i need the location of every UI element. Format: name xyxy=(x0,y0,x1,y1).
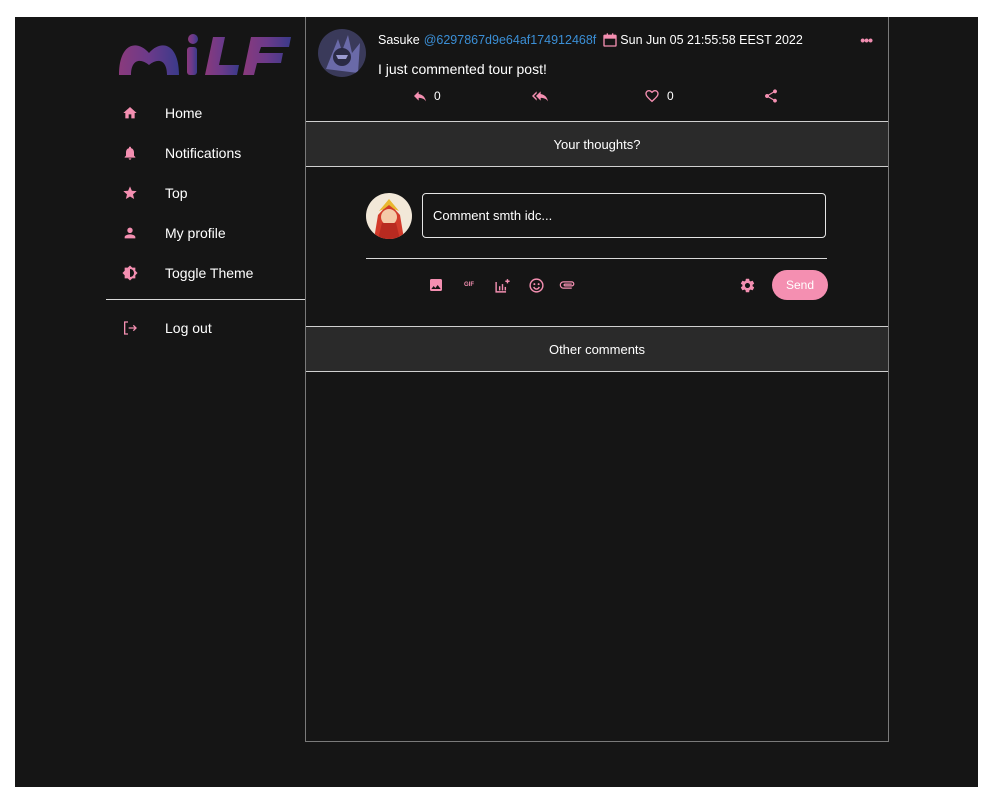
bell-icon xyxy=(115,145,145,161)
user-icon xyxy=(115,225,145,241)
home-icon xyxy=(115,105,145,121)
emoji-icon[interactable] xyxy=(526,275,546,295)
reply-button[interactable]: 0 xyxy=(412,88,441,104)
reply-all-icon xyxy=(532,91,548,102)
comments-section-header: Other comments xyxy=(306,326,888,372)
sidebar-item-label: Log out xyxy=(165,320,212,336)
sidebar-item-home[interactable]: Home xyxy=(115,96,305,130)
comments-list xyxy=(306,373,888,741)
sidebar-item-label: Home xyxy=(165,105,203,121)
settings-icon[interactable] xyxy=(737,275,757,295)
sidebar-divider xyxy=(106,299,305,300)
post-author-avatar[interactable] xyxy=(318,29,366,77)
app-frame: Home Notifications Top My profile Toggle… xyxy=(15,17,978,787)
gif-label: GIF xyxy=(464,282,474,288)
compose-section-header: Your thoughts? xyxy=(306,121,888,167)
gif-icon[interactable]: GIF xyxy=(459,275,479,295)
sidebar-item-top[interactable]: Top xyxy=(115,176,305,210)
app-logo[interactable] xyxy=(115,25,295,85)
star-icon xyxy=(115,185,145,201)
sidebar-item-label: Notifications xyxy=(165,145,242,161)
current-user-avatar[interactable] xyxy=(366,193,412,239)
share-button[interactable] xyxy=(763,88,785,104)
send-button[interactable]: Send xyxy=(772,270,828,300)
share-icon xyxy=(765,89,777,103)
post-header: Sasuke @6297867d9e64af174912468f Sun Jun… xyxy=(378,32,803,48)
post-timestamp: Sun Jun 05 21:55:58 EEST 2022 xyxy=(620,33,803,47)
sidebar-item-label: Toggle Theme xyxy=(165,265,254,281)
attachment-icon[interactable] xyxy=(558,275,578,295)
poll-icon[interactable] xyxy=(492,275,512,295)
post-text: I just commented tour post! xyxy=(378,61,547,77)
post-author-name[interactable]: Sasuke xyxy=(378,33,420,47)
image-icon[interactable] xyxy=(426,275,446,295)
main-column: Sasuke @6297867d9e64af174912468f Sun Jun… xyxy=(305,17,889,742)
compose-divider xyxy=(366,258,827,259)
sidebar-item-label: My profile xyxy=(165,225,226,241)
like-button[interactable]: 0 xyxy=(643,88,674,104)
theme-icon xyxy=(115,265,145,281)
like-count: 0 xyxy=(667,89,674,103)
sidebar-item-toggle-theme[interactable]: Toggle Theme xyxy=(115,256,305,290)
reply-count: 0 xyxy=(434,89,441,103)
sidebar-item-my-profile[interactable]: My profile xyxy=(115,216,305,250)
reply-all-button[interactable] xyxy=(530,88,556,104)
reply-icon xyxy=(414,91,426,102)
sidebar-item-logout[interactable]: Log out xyxy=(115,311,305,345)
sidebar-item-label: Top xyxy=(165,185,188,201)
calendar-icon xyxy=(602,32,618,48)
logout-icon xyxy=(115,320,145,336)
sidebar-item-notifications[interactable]: Notifications xyxy=(115,136,305,170)
heart-icon xyxy=(645,90,659,103)
more-options-icon[interactable]: ••• xyxy=(860,32,873,48)
comment-input[interactable] xyxy=(422,193,826,238)
post-author-handle[interactable]: @6297867d9e64af174912468f xyxy=(424,33,597,47)
